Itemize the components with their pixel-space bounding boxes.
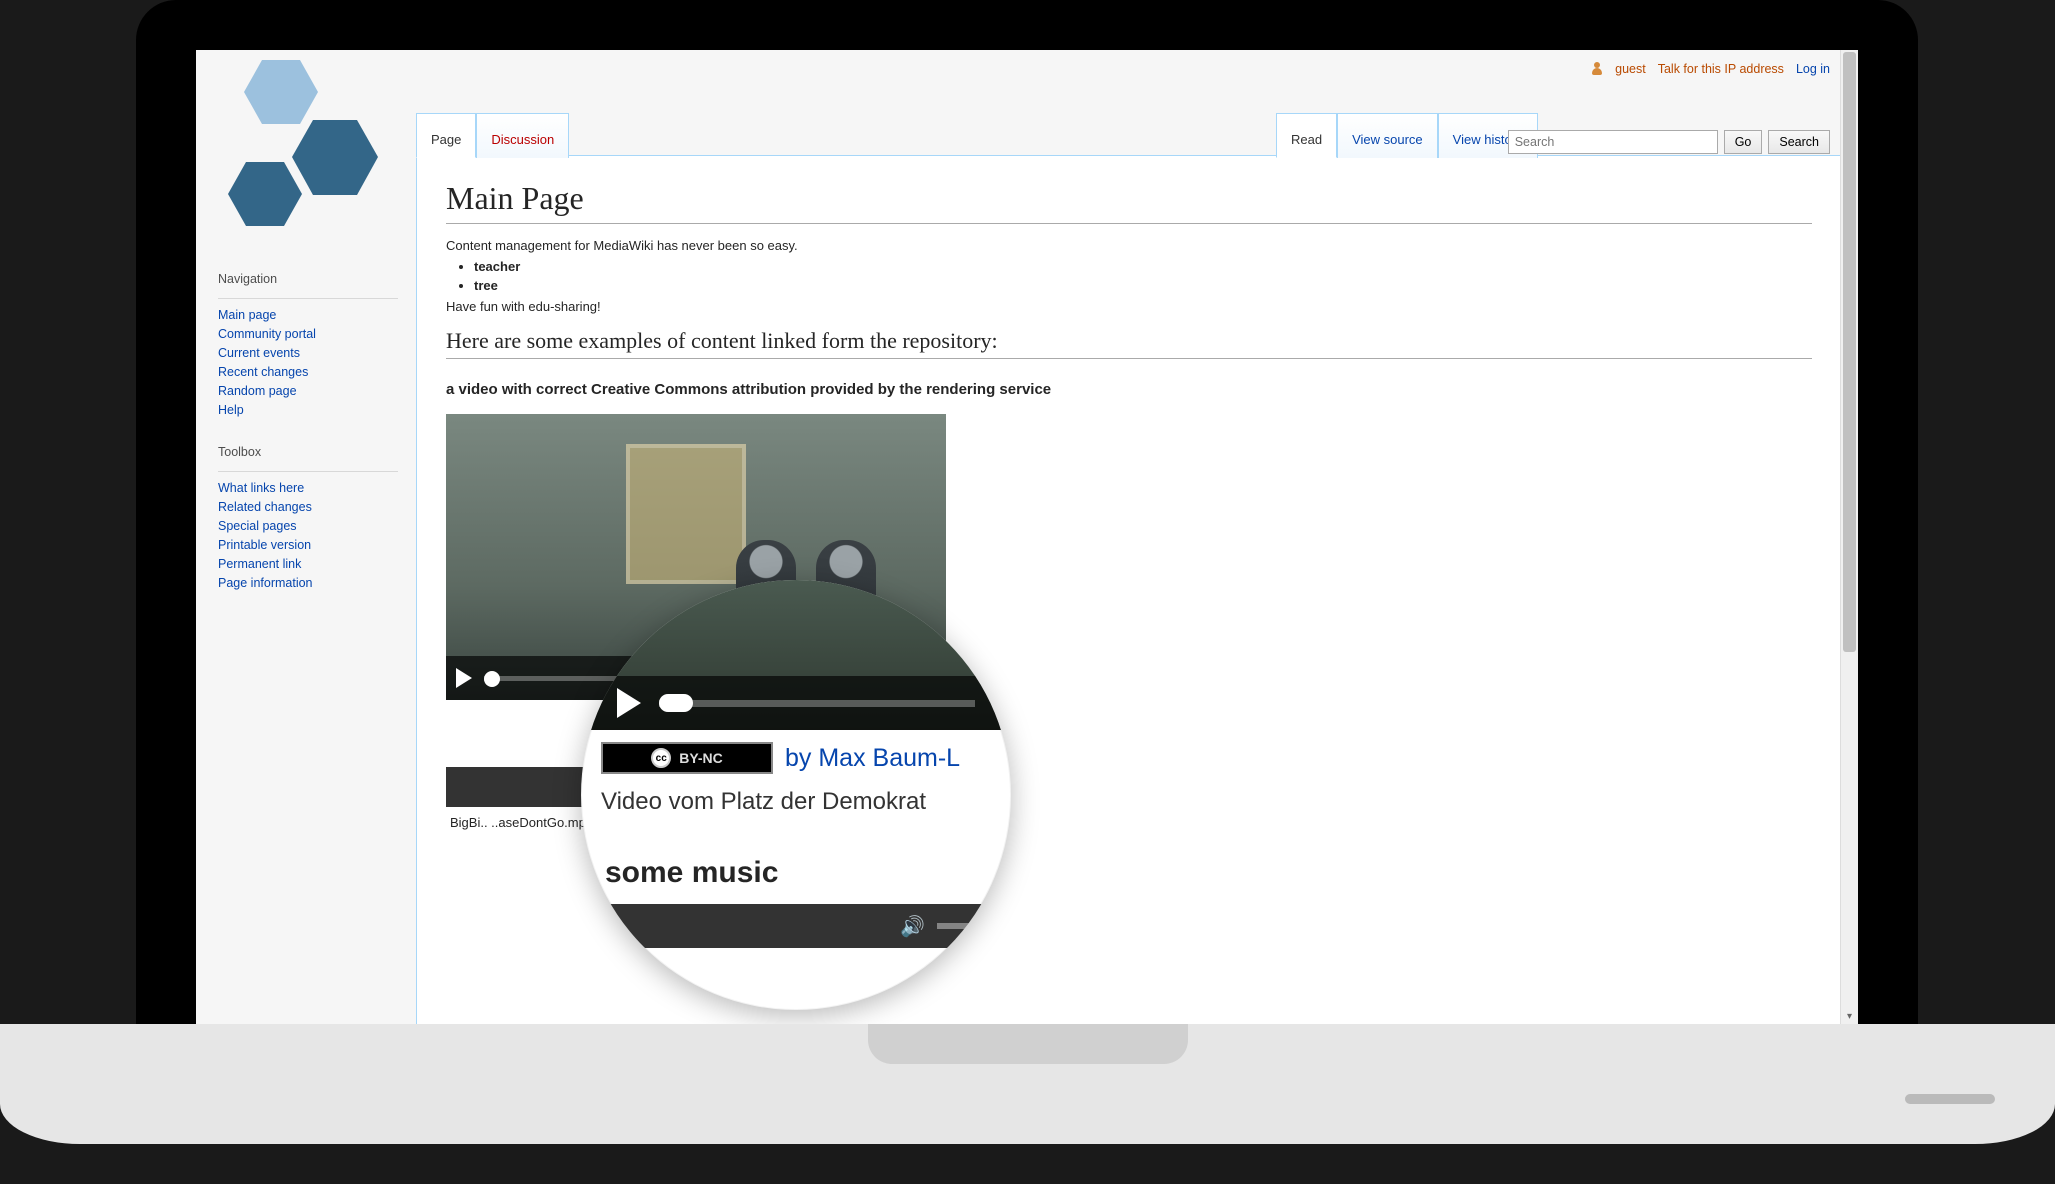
tool-permanent-link[interactable]: Permanent link bbox=[218, 557, 301, 571]
lens-video-controls bbox=[581, 676, 1011, 730]
examples-heading: Here are some examples of content linked… bbox=[446, 328, 1812, 359]
sidebar: Navigation Main page Community portal Cu… bbox=[218, 272, 398, 618]
lens-audio-progress-thumb[interactable] bbox=[685, 956, 709, 970]
tab-read[interactable]: Read bbox=[1276, 113, 1337, 158]
page-title: Main Page bbox=[446, 180, 1812, 224]
cc-badge: cc BY-NC bbox=[601, 742, 773, 774]
lens-audio-player[interactable]: 🔊 bbox=[581, 904, 1011, 948]
view-tabs: Read View source View history bbox=[1276, 112, 1538, 157]
nav-heading: Navigation bbox=[218, 272, 398, 290]
tool-what-links-here[interactable]: What links here bbox=[218, 481, 304, 495]
laptop-frame: ▾ guest Talk for this IP address Log in … bbox=[136, 0, 1918, 1024]
tab-view-source[interactable]: View source bbox=[1337, 113, 1438, 158]
video-progress[interactable] bbox=[659, 700, 975, 707]
havefun-text: Have fun with edu-sharing! bbox=[446, 299, 1812, 314]
cc-icon: cc bbox=[651, 748, 671, 768]
lens-author-link[interactable]: by Max Baum-L bbox=[785, 744, 960, 773]
search-bar: Go Search bbox=[1508, 130, 1830, 154]
tab-discussion[interactable]: Discussion bbox=[476, 113, 569, 158]
browser-viewport: ▾ guest Talk for this IP address Log in … bbox=[196, 50, 1858, 1024]
nav-section: Navigation Main page Community portal Cu… bbox=[218, 272, 398, 417]
login-link[interactable]: Log in bbox=[1796, 62, 1830, 76]
scrollbar-down-arrow[interactable]: ▾ bbox=[1841, 1008, 1858, 1024]
tool-related-changes[interactable]: Related changes bbox=[218, 500, 312, 514]
nav-help[interactable]: Help bbox=[218, 403, 244, 417]
lens-video-title: Video vom Platz der Demokrat bbox=[601, 788, 926, 816]
intro-text: Content management for MediaWiki has nev… bbox=[446, 238, 1812, 253]
search-input[interactable] bbox=[1508, 130, 1718, 154]
personal-toolbar: guest Talk for this IP address Log in bbox=[1591, 62, 1830, 76]
volume-slider[interactable] bbox=[937, 923, 1001, 929]
tool-printable-version[interactable]: Printable version bbox=[218, 538, 311, 552]
bullet-list: teacher tree bbox=[474, 259, 1812, 293]
magnifier-lens: cc BY-NC by Max Baum-L Video vom Platz d… bbox=[581, 580, 1011, 1010]
site-logo[interactable] bbox=[216, 60, 386, 240]
cc-label: BY-NC bbox=[679, 750, 723, 766]
nav-main-page[interactable]: Main page bbox=[218, 308, 276, 322]
go-button[interactable]: Go bbox=[1724, 130, 1763, 154]
search-button[interactable]: Search bbox=[1768, 130, 1830, 154]
tool-page-information[interactable]: Page information bbox=[218, 576, 313, 590]
talk-link[interactable]: Talk for this IP address bbox=[1658, 62, 1784, 76]
guest-link[interactable]: guest bbox=[1615, 62, 1646, 76]
scrollbar-thumb[interactable] bbox=[1843, 52, 1856, 652]
toolbox-section: Toolbox What links here Related changes … bbox=[218, 445, 398, 590]
lens-music-heading: some music bbox=[605, 856, 778, 890]
toolbox-heading: Toolbox bbox=[218, 445, 398, 463]
volume-icon[interactable]: 🔊 bbox=[900, 914, 925, 939]
nav-recent-changes[interactable]: Recent changes bbox=[218, 365, 308, 379]
user-icon bbox=[1591, 62, 1603, 76]
tool-special-pages[interactable]: Special pages bbox=[218, 519, 297, 533]
nav-current-events[interactable]: Current events bbox=[218, 346, 300, 360]
nav-random-page[interactable]: Random page bbox=[218, 384, 297, 398]
laptop-notch bbox=[868, 1024, 1188, 1064]
play-icon[interactable] bbox=[617, 688, 641, 718]
vertical-scrollbar[interactable]: ▾ bbox=[1840, 50, 1858, 1024]
bullet-item: tree bbox=[474, 278, 1812, 293]
play-icon[interactable] bbox=[456, 668, 472, 688]
bullet-item: teacher bbox=[474, 259, 1812, 274]
lens-attribution-row: cc BY-NC by Max Baum-L bbox=[601, 742, 1001, 774]
laptop-slit bbox=[1905, 1094, 1995, 1104]
video-heading: a video with correct Creative Commons at… bbox=[446, 381, 1812, 398]
namespace-tabs: Page Discussion bbox=[416, 112, 569, 157]
tab-page[interactable]: Page bbox=[416, 113, 476, 158]
nav-community-portal[interactable]: Community portal bbox=[218, 327, 316, 341]
